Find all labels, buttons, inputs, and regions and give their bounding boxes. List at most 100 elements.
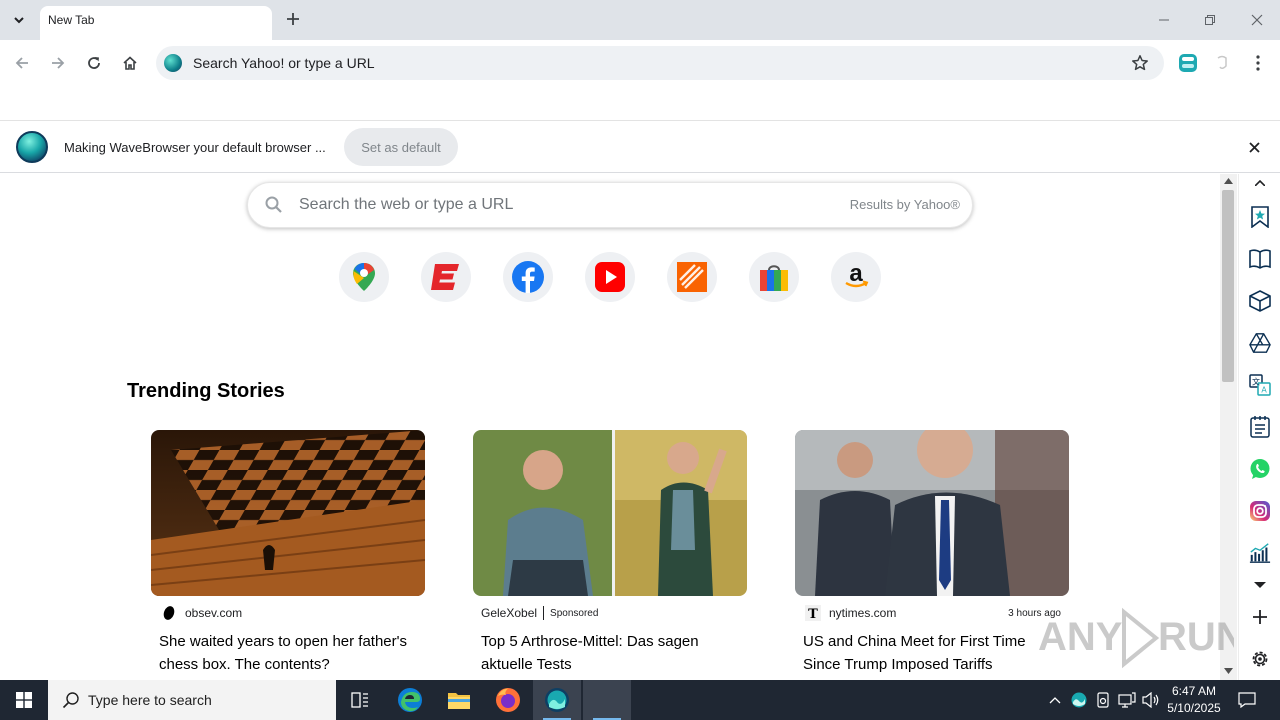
bookmark-star-icon: [1251, 206, 1269, 228]
windows-logo-icon: [16, 692, 32, 708]
folder-icon: [448, 693, 470, 709]
search-provider-label: Results by Yahoo®: [849, 197, 960, 212]
sidebar-translate[interactable]: 文A: [1249, 374, 1271, 396]
story-headline[interactable]: US and China Meet for First Time Since T…: [803, 630, 1065, 676]
tray-volume[interactable]: [1140, 680, 1162, 720]
sidebar-bookmarks[interactable]: [1249, 206, 1271, 228]
taskbar-wavebrowser[interactable]: [533, 680, 581, 720]
address-bar[interactable]: Search Yahoo! or type a URL: [156, 46, 1164, 80]
shortcut-shopping[interactable]: [749, 252, 799, 302]
clock-date: 5/10/2025: [1167, 701, 1221, 715]
taskbar-firefox[interactable]: [484, 680, 532, 720]
story-source-name: obsev.com: [185, 606, 243, 620]
story-source: T nytimes.com 3 hours ago: [795, 604, 1069, 622]
tray-overflow-button[interactable]: [1044, 680, 1066, 720]
taskbar-clock[interactable]: 6:47 AM 5/10/2025: [1160, 683, 1228, 717]
start-button[interactable]: [0, 680, 48, 720]
search-placeholder: Search the web or type a URL: [299, 196, 514, 213]
taskbar-file-explorer[interactable]: [435, 680, 483, 720]
instagram-icon: [1250, 501, 1270, 521]
extension-toggle-icon[interactable]: [1179, 54, 1197, 72]
sidebar-stats[interactable]: [1249, 542, 1271, 564]
set-as-default-button[interactable]: Set as default: [344, 128, 458, 166]
clock-time: 6:47 AM: [1171, 684, 1217, 698]
translate-icon: 文A: [1249, 374, 1271, 396]
page-scrollbar[interactable]: [1220, 174, 1237, 680]
toolbar: Search Yahoo! or type a URL: [0, 40, 1280, 86]
shortcut-home-depot[interactable]: [667, 252, 717, 302]
espn-icon: [431, 264, 459, 290]
forward-button[interactable]: [44, 49, 72, 77]
sidebar-notes[interactable]: [1249, 416, 1271, 438]
settings-icon: [1252, 651, 1268, 667]
amazon-icon: a: [845, 262, 869, 288]
shortcut-amazon[interactable]: a: [831, 252, 881, 302]
taskbar-search-placeholder: Type here to search: [88, 692, 212, 708]
minimize-button[interactable]: [1141, 6, 1187, 34]
taskbar-open-window[interactable]: [583, 680, 631, 720]
svg-text:RUN: RUN: [1158, 615, 1234, 659]
gdrive-icon: [1249, 333, 1271, 353]
arrow-right-icon: [52, 57, 65, 69]
page-search-box[interactable]: Search the web or type a URL Results by …: [247, 182, 973, 228]
home-depot-icon: [677, 262, 707, 292]
taskbar-search-box[interactable]: Type here to search: [48, 680, 336, 720]
wavebrowser-icon: [545, 688, 569, 712]
tab-strip: New Tab: [0, 0, 1280, 40]
close-window-button[interactable]: [1234, 6, 1280, 34]
shortcut-youtube[interactable]: [585, 252, 635, 302]
tray-network[interactable]: [1116, 680, 1138, 720]
tray-device[interactable]: [1092, 680, 1114, 720]
sponsored-label: Sponsored: [550, 607, 599, 619]
notes-list-icon: [1250, 416, 1270, 438]
device-icon: [1097, 692, 1109, 708]
story-headline[interactable]: She waited years to open her father's ch…: [159, 630, 421, 676]
sidebar-instagram[interactable]: [1249, 500, 1271, 522]
task-view-button[interactable]: [336, 680, 384, 720]
taskbar-edge[interactable]: [386, 680, 434, 720]
sidebar-whatsapp[interactable]: [1249, 458, 1271, 480]
action-center-button[interactable]: [1234, 680, 1260, 720]
sidebar-drive[interactable]: [1249, 332, 1271, 354]
chevron-down-icon[interactable]: [1254, 581, 1266, 589]
kebab-menu-icon: [1256, 55, 1260, 71]
sidebar-add-button[interactable]: [1249, 606, 1271, 628]
svg-text:T: T: [808, 607, 818, 621]
story-source-name: GeleXobel: [481, 606, 538, 620]
sidebar-packages[interactable]: [1249, 290, 1271, 312]
shortcut-google-maps[interactable]: [339, 252, 389, 302]
home-button[interactable]: [116, 49, 144, 77]
shortcut-facebook[interactable]: [503, 252, 553, 302]
infobar-message: Making WaveBrowser your default browser …: [64, 140, 326, 155]
story-source: GeleXobel Sponsored: [473, 604, 747, 622]
restore-button[interactable]: [1187, 6, 1233, 34]
infobar-close-button[interactable]: [1244, 137, 1264, 157]
bookmark-star-button[interactable]: [1130, 53, 1150, 73]
volume-icon: [1142, 692, 1159, 708]
whatsapp-icon: [1250, 459, 1270, 479]
shortcut-espn[interactable]: [421, 252, 471, 302]
chevron-up-icon[interactable]: [1255, 180, 1265, 186]
extension-shield-icon[interactable]: [1214, 54, 1230, 72]
youtube-icon: [595, 262, 625, 292]
browser-menu-button[interactable]: [1246, 51, 1270, 75]
reload-button[interactable]: [80, 49, 108, 77]
sidebar-settings-button[interactable]: [1249, 648, 1271, 670]
scrollbar-thumb[interactable]: [1222, 190, 1234, 382]
close-icon: [1248, 141, 1260, 153]
tray-wavebrowser[interactable]: [1068, 680, 1090, 720]
story-headline[interactable]: Top 5 Arthrose-Mittel: Das sagen aktuell…: [481, 630, 743, 676]
back-button[interactable]: [8, 49, 36, 77]
sidebar-reading[interactable]: [1249, 248, 1271, 270]
new-tab-button[interactable]: [282, 8, 304, 30]
anyrun-watermark: ANY RUN: [1038, 607, 1234, 669]
tab-title: New Tab: [48, 13, 95, 27]
story-image-chessbox: [151, 430, 425, 596]
tab-search-button[interactable]: [6, 8, 32, 32]
story-source: obsev.com: [151, 604, 425, 622]
wavebrowser-logo-icon: [16, 131, 48, 163]
arrow-left-icon: [15, 57, 28, 69]
tab-new-tab[interactable]: New Tab: [40, 6, 272, 40]
svg-text:A: A: [1261, 386, 1267, 395]
new-tab-page: Search the web or type a URL Results by …: [0, 174, 1220, 680]
